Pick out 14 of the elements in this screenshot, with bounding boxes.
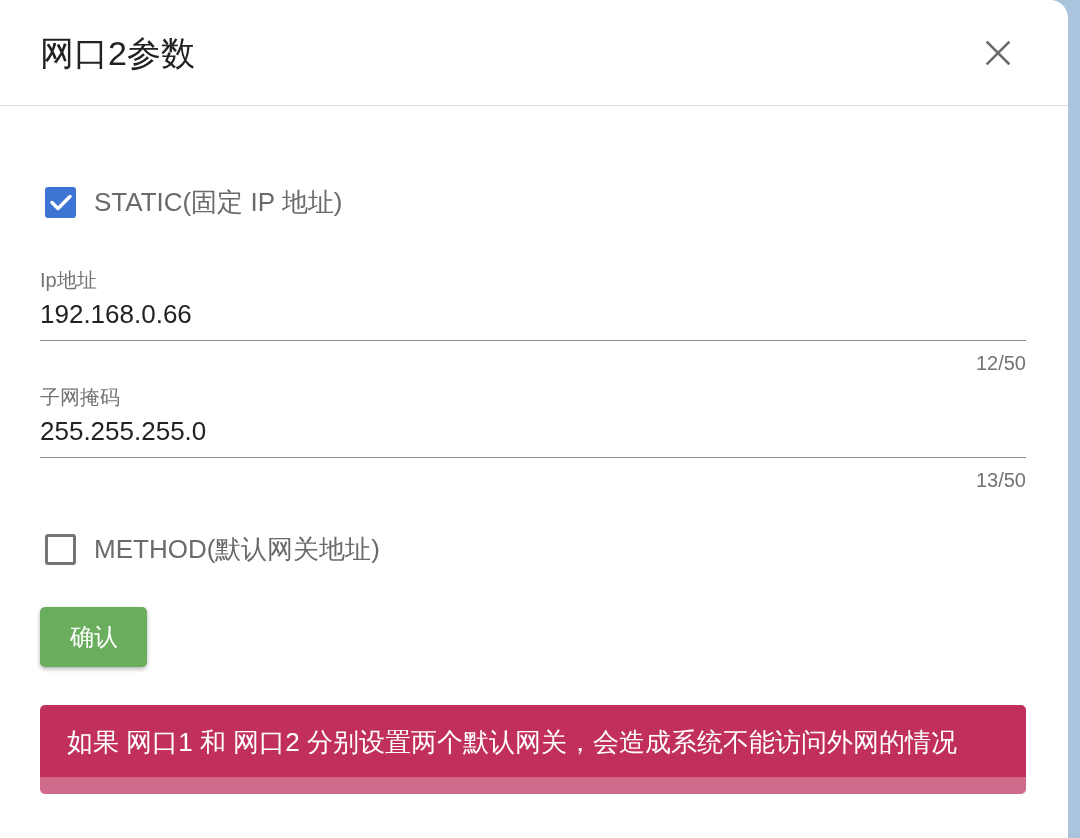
text-input[interactable]: 192.168.0.66 (40, 290, 1026, 341)
checkbox[interactable] (45, 187, 76, 218)
field-label: 子网掩码 (40, 387, 120, 407)
close-icon[interactable] (986, 40, 1010, 65)
check-icon (49, 194, 72, 211)
checkbox-label: METHOD(默认网关地址) (94, 534, 380, 565)
character-counter: 12/50 (975, 353, 1026, 373)
alert-banner: 如果 网口1 和 网口2 分别设置两个默认网关，会造成系统不能访问外网的情况 (40, 705, 1026, 794)
field-label: Ip地址 (40, 270, 97, 290)
dialog-title: 网口2参数 (40, 32, 195, 73)
checkbox-label: STATIC(固定 IP 地址) (94, 187, 343, 218)
checkbox[interactable] (45, 534, 76, 565)
character-counter: 13/50 (975, 470, 1026, 490)
text-input[interactable]: 255.255.255.0 (40, 407, 1026, 458)
